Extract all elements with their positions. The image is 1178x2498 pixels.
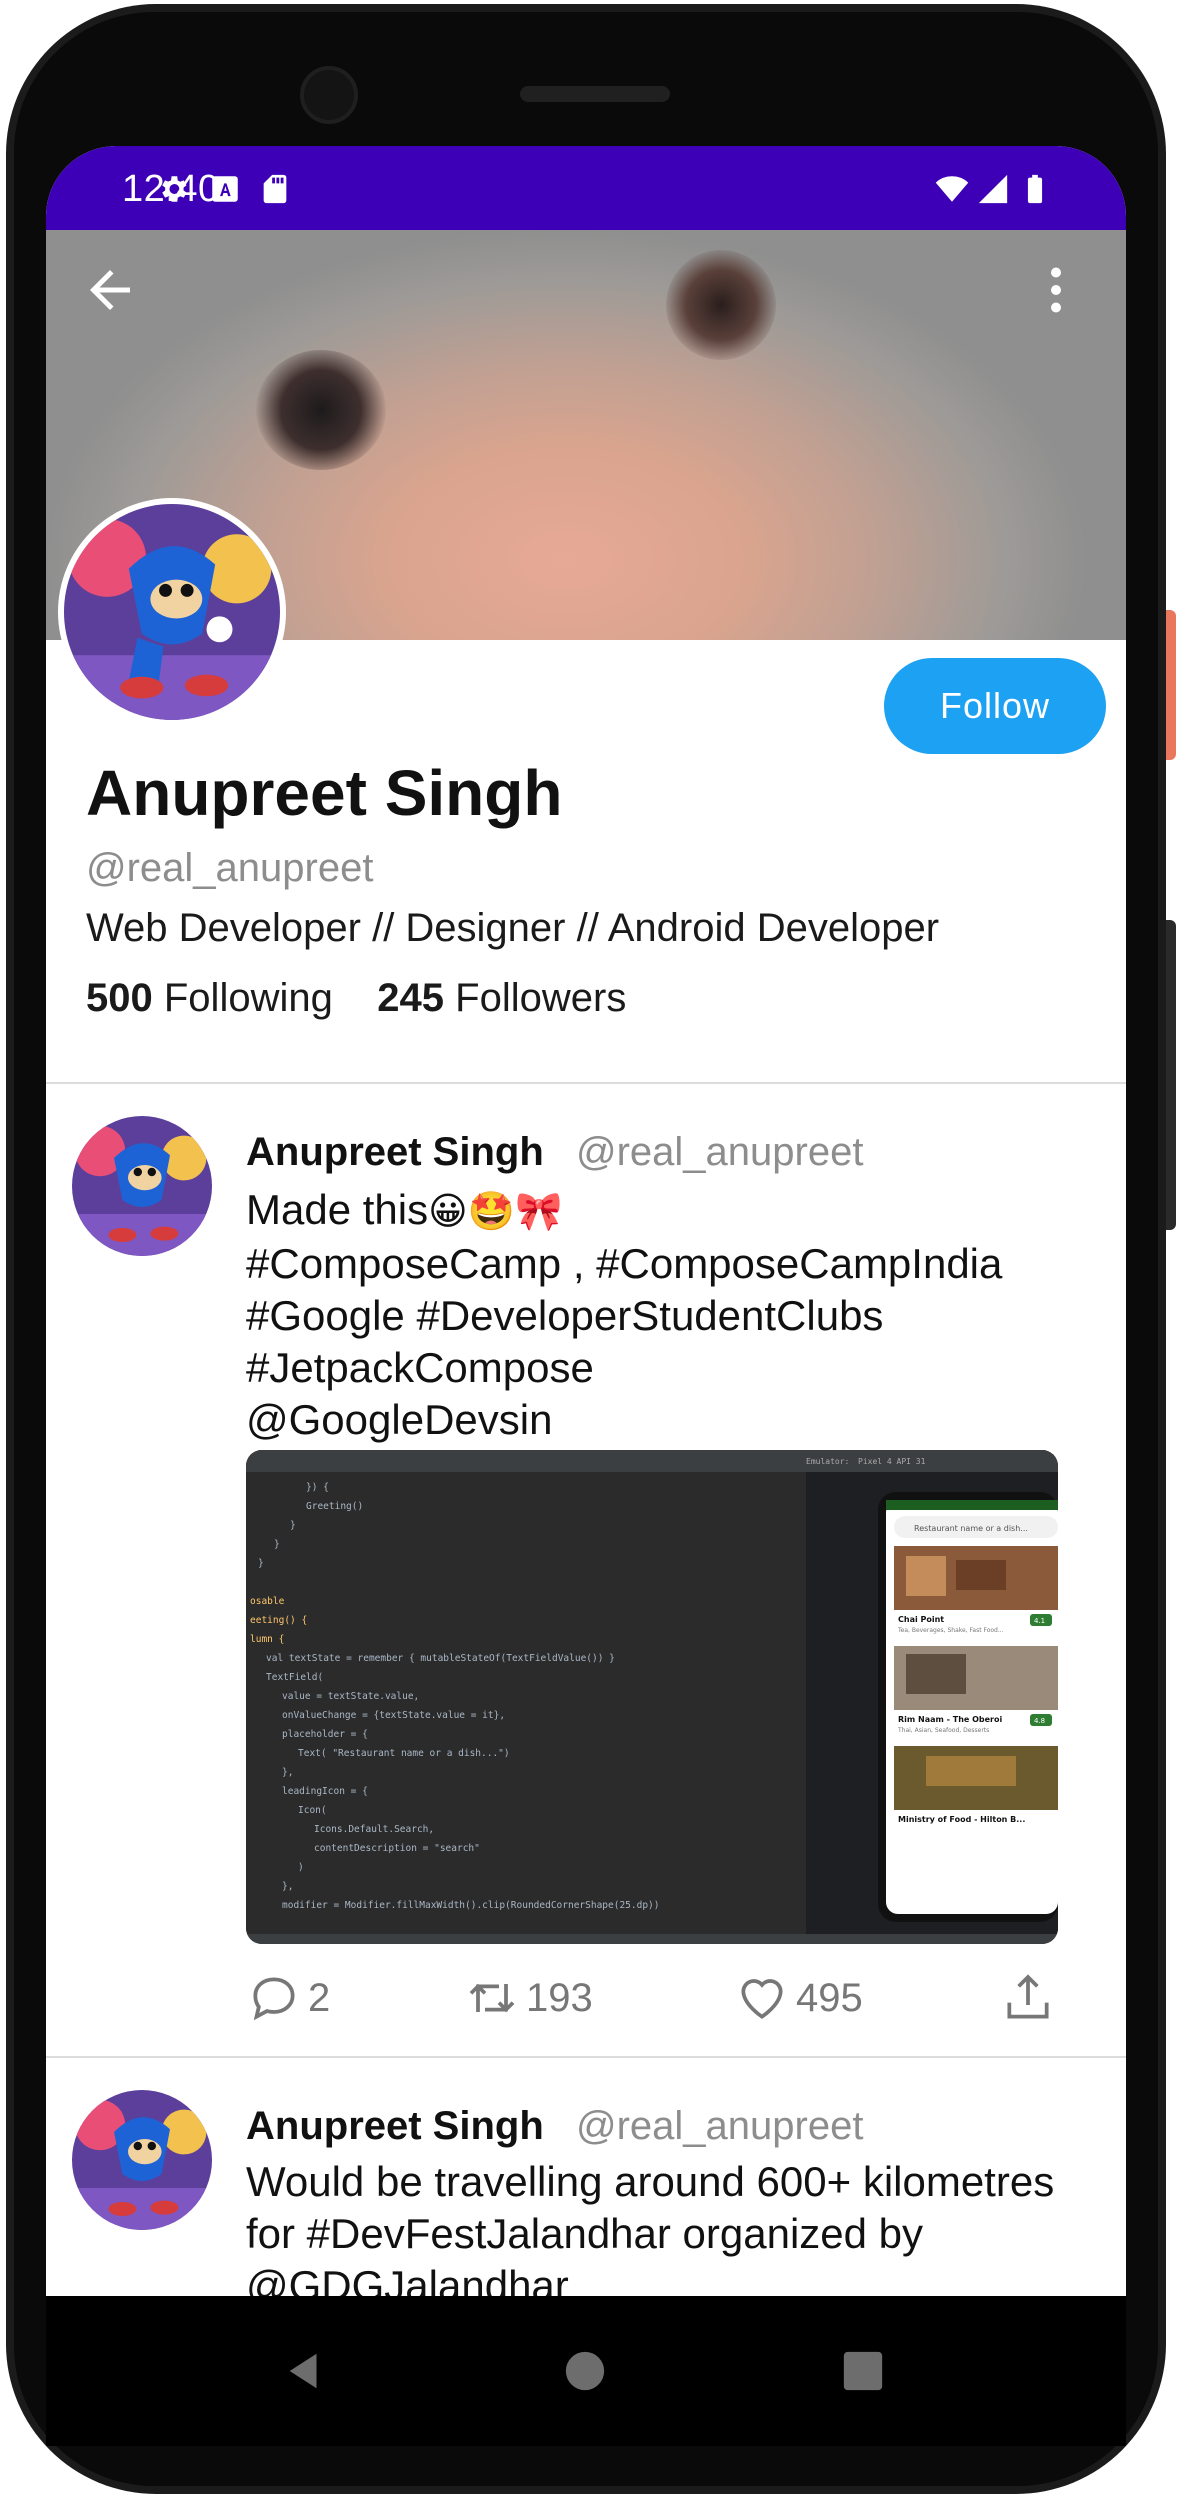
followers-count: 245 — [377, 976, 445, 1020]
code-line: osable — [250, 1596, 285, 1607]
code-line: value = textState.value, — [282, 1691, 419, 1702]
code-line: ) — [298, 1862, 304, 1873]
tweet-author-name: Anupreet Singh — [246, 2104, 544, 2148]
card-subtitle: Tea, Beverages, Shake, Fast Food... — [897, 1627, 1004, 1634]
tweet-line: #JetpackCompose — [246, 1344, 594, 1391]
share-icon — [1007, 1974, 1049, 2019]
code-line: } — [274, 1539, 280, 1550]
banner-blur-shape — [256, 350, 386, 470]
following-count: 500 — [86, 976, 153, 1020]
code-line: val textState = remember { mutableStateO… — [266, 1653, 615, 1664]
device-label: Pixel 4 API 31 — [858, 1457, 926, 1466]
card-rating: 4.8 — [1034, 1717, 1045, 1725]
sonic-avatar-image — [64, 504, 280, 720]
card-title: Chai Point — [898, 1615, 944, 1624]
tweet-author-name: Anupreet Singh — [246, 1130, 544, 1174]
code-line: }, — [282, 1881, 293, 1892]
retweet-icon — [469, 1983, 515, 2013]
tweet-author-handle: @real_anupreet — [576, 2104, 864, 2148]
code-line: placeholder = { — [282, 1729, 368, 1740]
reply-icon — [253, 1977, 295, 2021]
followers-label[interactable]: Followers — [455, 976, 626, 1020]
screen: 12:40 Follow Anupreet Singh @real_anupre… — [46, 146, 1126, 2296]
card-rating: 4.1 — [1034, 1617, 1045, 1625]
status-bar: 12:40 — [46, 146, 1126, 230]
profile-avatar[interactable] — [58, 498, 286, 726]
like-button[interactable]: 495 — [734, 1968, 863, 2028]
more-vert-icon[interactable] — [1026, 260, 1086, 320]
earpiece-speaker — [520, 86, 670, 102]
tweet-line-text: Made this — [246, 1186, 429, 1233]
battery-icon — [1027, 174, 1043, 204]
code-line: } — [258, 1558, 264, 1569]
sonic-avatar-image — [72, 1116, 212, 1256]
tweet-line: for #DevFestJalandhar organized by — [246, 2210, 924, 2257]
divider — [46, 1082, 1126, 1084]
reply-count: 2 — [308, 1975, 331, 2020]
settings-icon — [162, 176, 187, 202]
tweet-emojis: 😀🤩🎀 — [428, 1191, 563, 1233]
code-line: Icon( — [298, 1805, 327, 1816]
nav-back-icon[interactable] — [282, 2348, 328, 2394]
code-line: }) { — [306, 1482, 329, 1493]
tweet-text: Made this😀🤩🎀 #ComposeCamp , #ComposeCamp… — [246, 1184, 1106, 1446]
profile-bio: Web Developer // Designer // Android Dev… — [86, 906, 940, 950]
tweet-line: @GDGJalandhar — [246, 2262, 569, 2296]
phone-frame: 12:40 Follow Anupreet Singh @real_anupre… — [0, 0, 1178, 2498]
power-button — [1166, 610, 1176, 760]
signal-icon — [978, 174, 1008, 204]
code-line: Text( "Restaurant name or a dish...") — [298, 1748, 510, 1759]
volume-button — [1166, 920, 1176, 1230]
emulator-label: Emulator: — [806, 1457, 849, 1466]
system-navigation-bar — [46, 2296, 1126, 2446]
code-line: contentDescription = "search" — [314, 1843, 480, 1854]
tweet-text: Would be travelling around 600+ kilometr… — [246, 2156, 1106, 2296]
like-count: 495 — [796, 1975, 863, 2020]
share-button[interactable] — [1000, 1968, 1062, 2028]
code-line: lumn { — [250, 1634, 284, 1645]
divider — [46, 2056, 1126, 2058]
tweet-line: Made this😀🤩🎀 — [246, 1184, 1106, 1238]
retweet-button[interactable]: 193 — [464, 1968, 593, 2028]
tweet-image[interactable]: Emulator: Pixel 4 API 31 }) { Greeting()}… — [246, 1450, 1058, 1944]
profile-name: Anupreet Singh — [86, 757, 563, 829]
profile-handle: @real_anupreet — [86, 846, 374, 890]
wifi-icon — [935, 176, 969, 202]
code-line: } — [290, 1520, 296, 1531]
tweet-author-handle: @real_anupreet — [576, 1130, 864, 1174]
sd-card-icon — [263, 174, 287, 204]
reply-button[interactable]: 2 — [246, 1968, 330, 2028]
code-line: TextField( — [266, 1672, 323, 1683]
tweet-line: #Google #DeveloperStudentClubs — [246, 1292, 884, 1339]
tweet-avatar[interactable] — [72, 1116, 212, 1256]
code-line: Icons.Default.Search, — [314, 1824, 434, 1835]
code-line: eeting() { — [250, 1615, 307, 1626]
nav-recents-icon[interactable] — [840, 2348, 886, 2394]
tweet-line: @GoogleDevsin — [246, 1396, 553, 1443]
code-line: onValueChange = {textState.value = it}, — [282, 1710, 505, 1721]
code-line: leadingIcon = { — [282, 1786, 368, 1797]
search-placeholder: Restaurant name or a dish... — [914, 1524, 1028, 1533]
android-studio-screenshot: Emulator: Pixel 4 API 31 }) { Greeting()}… — [246, 1450, 1058, 1944]
code-line: Greeting() — [306, 1501, 363, 1512]
card-title: Rim Naam - The Oberoi — [898, 1715, 1003, 1724]
nav-home-icon[interactable] — [562, 2348, 608, 2394]
card-subtitle: Thai, Asian, Seafood, Desserts — [897, 1727, 989, 1734]
code-line: modifier = Modifier.fillMaxWidth().clip(… — [282, 1900, 660, 1911]
sonic-avatar-image — [72, 2090, 212, 2230]
tweet-line: Would be travelling around 600+ kilometr… — [246, 2158, 1055, 2205]
follow-button[interactable]: Follow — [884, 658, 1106, 754]
arrow-back-icon[interactable] — [80, 260, 140, 320]
front-camera — [300, 66, 358, 124]
banner-blur-shape — [666, 250, 776, 360]
tweet-avatar[interactable] — [72, 2090, 212, 2230]
following-label[interactable]: Following — [164, 976, 333, 1020]
card-title: Ministry of Food - Hilton B... — [898, 1815, 1025, 1824]
heart-icon — [741, 1979, 783, 2019]
profile-stats: 500 Following 245 Followers — [86, 976, 626, 1021]
retweet-count: 193 — [526, 1975, 593, 2020]
tweet-line: #ComposeCamp , #ComposeCampIndia — [246, 1240, 1003, 1287]
text-a-icon — [212, 176, 238, 202]
code-line: }, — [282, 1767, 293, 1778]
